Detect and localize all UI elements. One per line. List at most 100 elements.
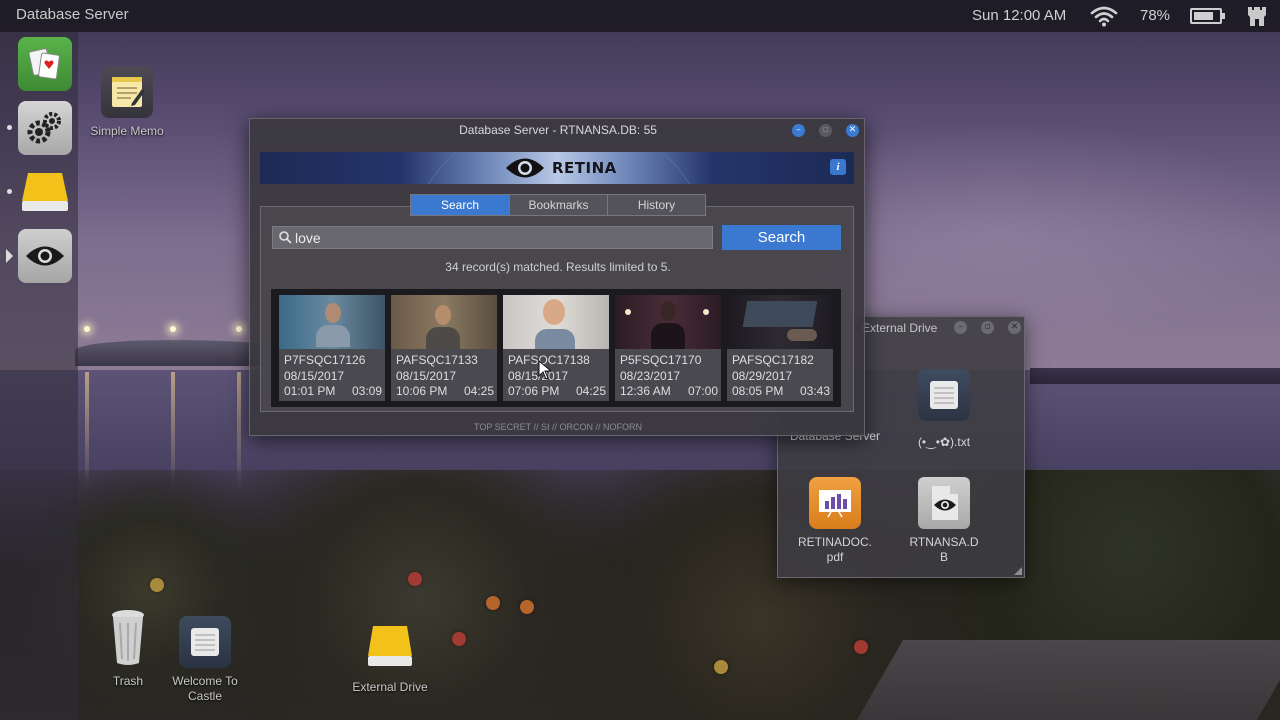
drive-icon [22, 173, 68, 211]
clock[interactable]: Sun 12:00 AM [972, 7, 1066, 24]
result-card[interactable]: P7FSQC17126 08/15/2017 01:01 PM 03:09 [279, 295, 385, 401]
text-file-icon [918, 369, 970, 421]
desktop-welcome-to-castle[interactable]: Welcome To Castle [155, 616, 255, 704]
battery-percent: 78% [1140, 7, 1171, 24]
video-thumbnail [391, 295, 497, 349]
flower [714, 660, 728, 674]
flower [452, 632, 466, 646]
search-icon [279, 230, 292, 244]
flower [150, 578, 164, 592]
document-icon [179, 616, 231, 668]
castle-icon[interactable] [1246, 5, 1268, 27]
close-button[interactable]: ✕ [1008, 321, 1021, 334]
mouse-cursor-icon [538, 360, 552, 380]
minimize-button[interactable]: – [792, 124, 805, 137]
result-card[interactable]: P5FSQC17170 08/23/2017 12:36 AM 07:00 [615, 295, 721, 401]
dock-external-drive-button[interactable] [18, 165, 72, 219]
battery-level [1194, 12, 1213, 20]
file-label: (•‿•✿).txt [917, 435, 971, 449]
tab-bookmarks[interactable]: Bookmarks [509, 195, 607, 215]
eye-icon [26, 246, 64, 266]
record-duration: 03:09 [351, 384, 382, 398]
playing-cards-icon [28, 48, 60, 80]
pier-light [170, 326, 176, 332]
record-id: PAFSQC17133 [396, 353, 478, 367]
video-thumbnail [727, 295, 833, 349]
record-time: 01:01 PM [284, 384, 336, 398]
desktop-simple-memo[interactable]: Simple Memo [77, 66, 177, 139]
record-id: P5FSQC17170 [620, 353, 702, 367]
close-button[interactable]: ✕ [846, 124, 859, 137]
record-time: 12:36 AM [620, 384, 671, 398]
eye-icon [918, 477, 970, 529]
top-bar: Database Server Sun 12:00 AM 78% [0, 0, 1280, 32]
record-duration: 07:00 [687, 384, 718, 398]
desktop-external-drive[interactable]: External Drive [340, 620, 440, 695]
record-date: 08/29/2017 [732, 369, 793, 383]
drive-item-retinadoc[interactable]: RETINADOC.pdf [780, 477, 890, 565]
tab-bar: Search Bookmarks History [410, 194, 706, 216]
classification-marking: TOP SECRET // SI // ORCON // NOFORN [473, 422, 643, 432]
result-summary: 34 record(s) matched. Results limited to… [445, 260, 671, 274]
flower [486, 596, 500, 610]
flower [854, 640, 868, 654]
running-indicator [7, 189, 12, 194]
maximize-button[interactable]: ▫ [981, 321, 994, 334]
banner-text: RETINA [552, 159, 617, 177]
wifi-icon[interactable] [1090, 5, 1118, 27]
record-time: 08:05 PM [732, 384, 784, 398]
drive-item-txt[interactable]: (•‿•✿).txt [889, 369, 999, 450]
results-strip: P7FSQC17126 08/15/2017 01:01 PM 03:09 PA… [271, 289, 841, 407]
record-date: 08/15/2017 [284, 369, 345, 383]
drive-item-rtnansa-db[interactable]: RTNANSA.DB [889, 477, 999, 565]
dock-settings-button[interactable] [18, 101, 72, 155]
record-date: 08/15/2017 [396, 369, 457, 383]
search-field[interactable] [272, 226, 713, 249]
result-card[interactable]: PAFSQC17182 08/29/2017 08:05 PM 03:43 [727, 295, 833, 401]
record-id: P7FSQC17126 [284, 353, 366, 367]
tab-search[interactable]: Search [411, 195, 509, 215]
active-app-indicator [6, 249, 13, 263]
retina-logo: RETINA [504, 155, 617, 181]
desktop-icon-label: External Drive [352, 680, 428, 694]
eye-icon [506, 158, 544, 178]
dock-solitaire-button[interactable] [18, 37, 72, 91]
memo-icon [101, 66, 153, 118]
record-date: 08/23/2017 [620, 369, 681, 383]
search-button[interactable]: Search [722, 225, 841, 250]
gears-icon [27, 112, 61, 144]
maximize-button[interactable]: ▫ [819, 124, 832, 137]
result-card[interactable]: PAFSQC17138 08/15/2017 07:06 PM 04:25 [503, 295, 609, 401]
desktop-icon-label: Simple Memo [90, 124, 164, 138]
record-duration: 04:25 [463, 384, 494, 398]
video-thumbnail [503, 295, 609, 349]
running-indicator [7, 125, 12, 130]
window-title: Database Server - RTNANSA.DB: 55 [459, 123, 657, 137]
far-shore [1030, 368, 1280, 384]
active-app-title: Database Server [16, 6, 129, 23]
record-time: 07:06 PM [508, 384, 560, 398]
wallpaper-path [856, 640, 1280, 720]
file-label: RTNANSA.DB [909, 535, 979, 564]
drive-icon [364, 620, 416, 670]
database-server-window[interactable]: Database Server - RTNANSA.DB: 55 – ▫ ✕ R… [249, 118, 865, 436]
pier-light [236, 326, 242, 332]
info-button[interactable]: i [830, 159, 846, 175]
dock-retina-button[interactable] [18, 229, 72, 283]
flower [408, 572, 422, 586]
resize-grip[interactable] [1014, 567, 1022, 575]
video-thumbnail [615, 295, 721, 349]
search-input[interactable] [295, 229, 695, 246]
record-time: 10:06 PM [396, 384, 448, 398]
tab-history[interactable]: History [607, 195, 705, 215]
record-duration: 04:25 [575, 384, 606, 398]
trash-icon [102, 606, 154, 668]
flower [520, 600, 534, 614]
video-thumbnail [279, 295, 385, 349]
pdf-chart-icon [809, 477, 861, 529]
record-id: PAFSQC17182 [732, 353, 814, 367]
battery-icon[interactable] [1190, 8, 1225, 24]
minimize-button[interactable]: – [954, 321, 967, 334]
file-label: RETINADOC.pdf [797, 535, 872, 564]
result-card[interactable]: PAFSQC17133 08/15/2017 10:06 PM 04:25 [391, 295, 497, 401]
